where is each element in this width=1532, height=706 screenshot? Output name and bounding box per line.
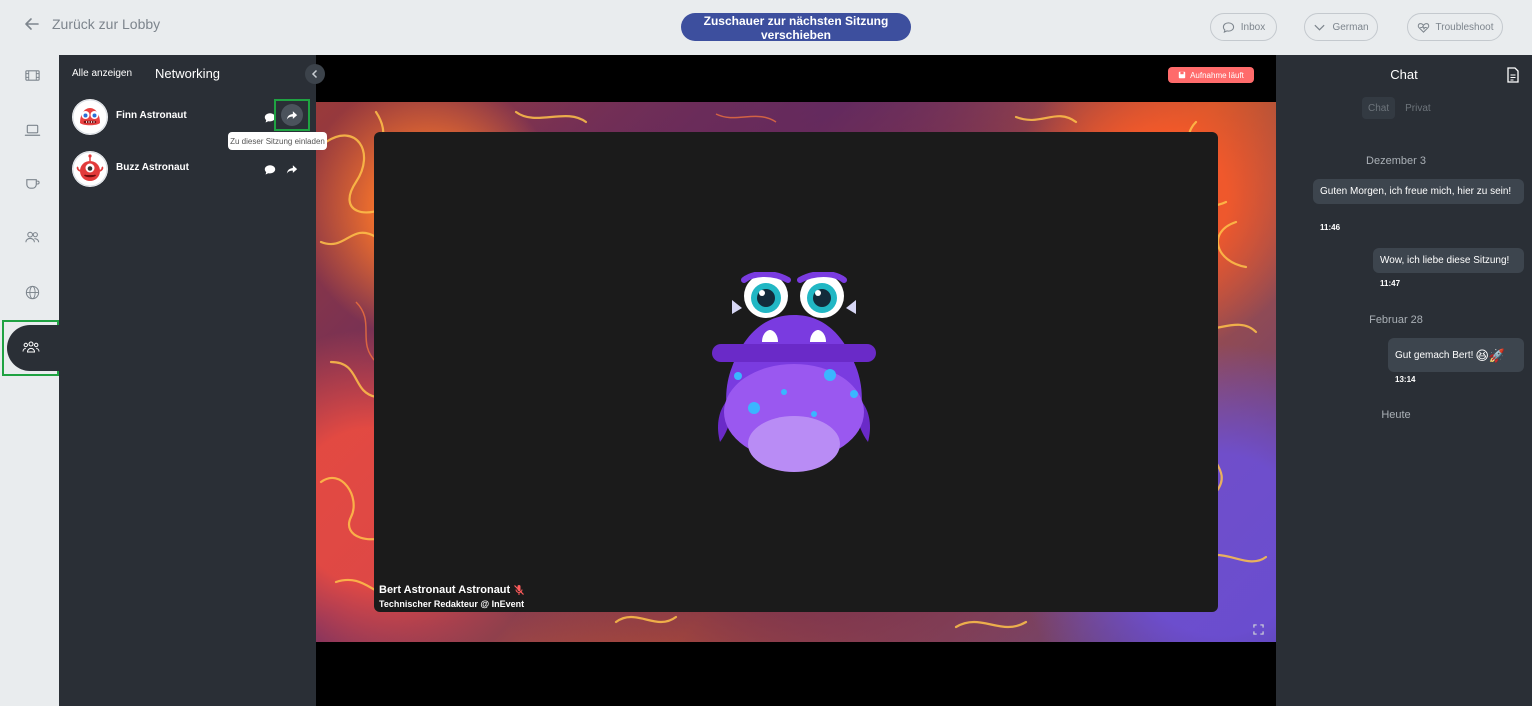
networking-panel: Alle anzeigen Networking Finn Astronaut — [59, 55, 325, 706]
chat-message: Gut gemach Bert! 😆🚀 — [1388, 338, 1524, 372]
networking-icon — [22, 341, 40, 353]
chat-message-time: 11:46 — [1320, 223, 1341, 232]
date-separator: Februar 28 — [1369, 314, 1423, 326]
film-icon — [24, 69, 40, 81]
monster-avatar-icon — [72, 99, 108, 135]
recording-badge: Aufnahme läuft — [1168, 67, 1254, 83]
chat-bubble-icon — [1222, 21, 1234, 33]
date-separator: Heute — [1381, 409, 1411, 421]
inbox-button[interactable]: Inbox — [1210, 13, 1277, 41]
chat-bubble-icon[interactable] — [264, 164, 276, 176]
stage-area: Aufnahme läuft Bert Astronaut Astronaut — [316, 55, 1276, 706]
arrow-left-icon — [25, 18, 39, 30]
invite-to-session-button[interactable] — [284, 162, 300, 176]
tab-private[interactable]: Privat — [1399, 97, 1437, 119]
collapse-panel-button[interactable] — [305, 64, 325, 84]
save-icon — [1178, 71, 1186, 79]
rail-item-lounge[interactable] — [20, 171, 44, 195]
chat-title: Chat — [1390, 67, 1418, 82]
show-all-tab[interactable]: Alle anzeigen — [72, 68, 132, 79]
rail-item-web[interactable] — [20, 280, 44, 304]
speaker-name: Bert Astronaut Astronaut — [379, 584, 525, 596]
top-bar: Zurück zur Lobby Zuschauer zur nächsten … — [0, 0, 1532, 55]
chat-panel: Chat Chat Privat Dezember 3 Guten Morgen… — [1276, 55, 1532, 706]
globe-icon — [25, 285, 39, 299]
chat-message-time: 11:47 — [1380, 279, 1401, 288]
troubleshoot-button[interactable]: Troubleshoot — [1407, 13, 1503, 41]
fullscreen-icon — [1252, 623, 1264, 635]
inbox-label: Inbox — [1240, 21, 1266, 33]
list-item-person: Buzz Astronaut — [72, 151, 312, 187]
rail-item-attendees[interactable] — [20, 225, 44, 249]
monster-mascot-image — [712, 272, 876, 472]
chat-message: Guten Morgen, ich freue mich, hier zu se… — [1313, 179, 1524, 204]
heart-pulse-icon — [1417, 22, 1429, 33]
video-tile[interactable]: Bert Astronaut Astronaut Technischer Red… — [374, 132, 1218, 612]
chat-message-text: Guten Morgen, ich freue mich, hier zu se… — [1320, 186, 1512, 197]
mic-muted-icon — [514, 585, 525, 595]
rail-item-networking[interactable] — [2, 320, 59, 376]
troubleshoot-label: Troubleshoot — [1435, 21, 1494, 33]
chat-message-text: Gut gemach Bert! — [1395, 349, 1474, 361]
avatar[interactable] — [72, 99, 108, 135]
recording-label: Aufnahme läuft — [1190, 70, 1244, 80]
avatar[interactable] — [72, 151, 108, 187]
rail-item-stage[interactable] — [20, 63, 44, 87]
document-icon[interactable] — [1506, 67, 1520, 83]
left-rail — [0, 55, 59, 706]
laptop-icon — [24, 124, 40, 136]
language-select[interactable]: German — [1304, 13, 1378, 41]
language-label: German — [1332, 21, 1369, 33]
chevron-down-icon — [1314, 24, 1326, 31]
speaker-role: Technischer Redakteur @ InEvent — [379, 599, 525, 609]
date-separator: Dezember 3 — [1366, 155, 1426, 167]
chat-message-text: Wow, ich liebe diese Sitzung! — [1380, 255, 1510, 266]
chevron-left-icon — [311, 69, 318, 79]
people-icon — [24, 231, 39, 242]
invite-button-circle — [281, 104, 303, 126]
share-arrow-icon — [286, 164, 298, 174]
person-name: Buzz Astronaut — [116, 162, 189, 173]
emoji-laugh-rocket: 😆🚀 — [1475, 347, 1506, 363]
chat-message-time: 13:14 — [1395, 375, 1416, 384]
rail-active-indicator — [7, 325, 59, 371]
back-label: Zurück zur Lobby — [52, 16, 161, 32]
chat-tabs: Chat Privat — [1362, 97, 1437, 119]
tab-chat[interactable]: Chat — [1362, 97, 1396, 119]
rail-item-sessions[interactable] — [20, 118, 44, 142]
move-viewers-button[interactable]: Zuschauer zur nächsten Sitzung verschieb… — [681, 13, 911, 42]
share-arrow-icon — [286, 110, 298, 120]
back-to-lobby-link[interactable]: Zurück zur Lobby — [24, 16, 160, 32]
invite-tooltip: Zu dieser Sitzung einladen — [228, 132, 327, 150]
person-name: Finn Astronaut — [116, 110, 187, 121]
fullscreen-button[interactable] — [1246, 617, 1270, 641]
invite-to-session-button[interactable] — [274, 99, 310, 131]
networking-title: Networking — [155, 66, 221, 81]
chat-message: Wow, ich liebe diese Sitzung! — [1373, 248, 1524, 273]
coffee-icon — [25, 178, 40, 189]
speaker-name-text: Bert Astronaut Astronaut — [379, 584, 511, 596]
monster-avatar-icon — [72, 151, 108, 187]
